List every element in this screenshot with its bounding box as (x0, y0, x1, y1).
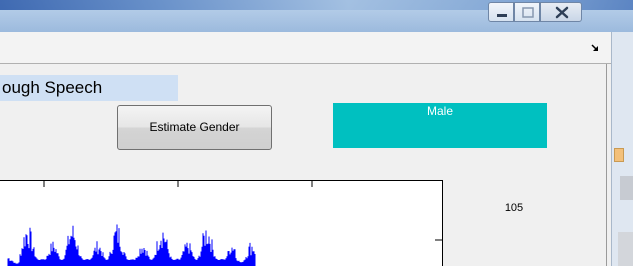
numeric-readout: 105 (504, 202, 524, 214)
maximize-icon (522, 7, 534, 18)
gender-result-label: Male (426, 104, 453, 118)
estimate-gender-button[interactable]: Estimate Gender (117, 105, 272, 150)
panel-border (606, 64, 607, 266)
maximize-button[interactable] (514, 2, 540, 22)
gender-result-display: Male (333, 103, 547, 148)
background-window-scroll-lower (618, 232, 633, 266)
undock-arrow-icon[interactable] (590, 42, 602, 54)
minimize-icon (497, 14, 507, 17)
waveform-axes (0, 180, 443, 266)
waveform-path (7, 224, 256, 266)
minimize-button[interactable] (488, 2, 514, 22)
close-icon (555, 6, 569, 19)
app-title: ough Speech (0, 75, 178, 101)
waveform-trace (7, 224, 256, 266)
background-window-scroll (620, 176, 633, 200)
close-button[interactable] (540, 2, 582, 22)
toolbar-strip (0, 32, 611, 63)
background-window-tab (614, 148, 624, 162)
waveform-plot (0, 180, 443, 266)
